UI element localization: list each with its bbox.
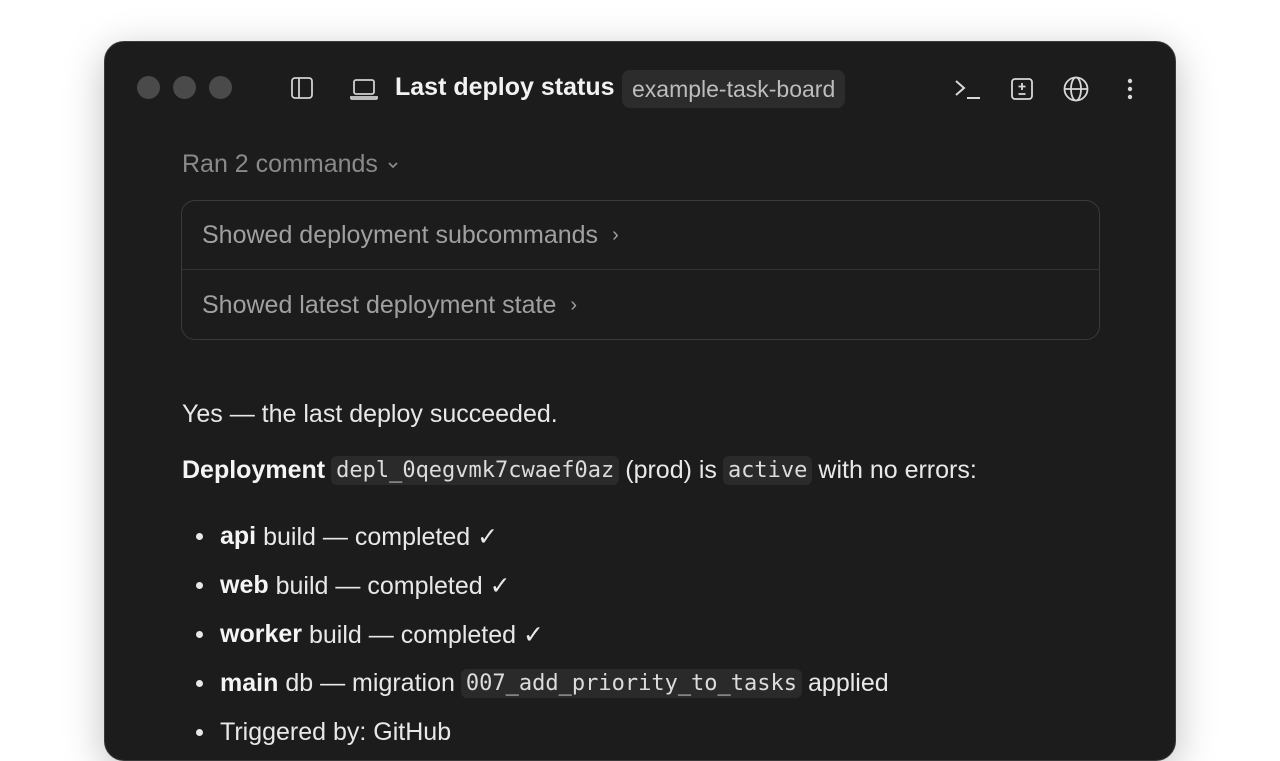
- window-minimize-button[interactable]: [173, 76, 196, 99]
- service-status: build — completed ✓: [275, 571, 511, 600]
- diff-icon[interactable]: [1009, 76, 1035, 102]
- window-zoom-button[interactable]: [209, 76, 232, 99]
- command-item-label: Showed latest deployment state: [202, 291, 557, 319]
- answer-text: Yes — the last deploy succeeded.: [182, 400, 558, 428]
- title-bar: Last deploy status example-task-board: [105, 42, 1175, 134]
- list-item: Triggered by: GitHub: [196, 708, 889, 757]
- service-name: main: [220, 669, 279, 697]
- more-vertical-icon[interactable]: [1119, 76, 1141, 102]
- migration-status: applied: [808, 669, 889, 697]
- commands-list: Showed deployment subcommands › Showed l…: [181, 200, 1100, 340]
- terminal-icon[interactable]: [953, 76, 983, 102]
- chevron-down-icon: [386, 150, 400, 179]
- ran-commands-toggle[interactable]: Ran 2 commands: [182, 150, 400, 179]
- service-status: build — completed ✓: [263, 522, 499, 551]
- deployment-env: (prod) is: [625, 456, 717, 484]
- command-item[interactable]: Showed latest deployment state ›: [182, 271, 1099, 340]
- window-close-button[interactable]: [137, 76, 160, 99]
- deployment-label: Deployment: [182, 456, 326, 484]
- list-item: api build — completed ✓: [196, 512, 889, 561]
- chevron-right-icon: ›: [612, 223, 619, 246]
- service-name: worker: [220, 620, 302, 648]
- deployment-suffix: with no errors:: [818, 456, 977, 484]
- deployment-id: depl_0qegvmk7cwaef0az: [331, 456, 620, 485]
- repo-badge[interactable]: example-task-board: [622, 70, 846, 108]
- migration-name: 007_add_priority_to_tasks: [460, 669, 803, 698]
- deployment-state: active: [722, 456, 813, 485]
- sidebar-toggle-icon[interactable]: [289, 75, 315, 101]
- chevron-right-icon: ›: [570, 294, 578, 316]
- service-name: api: [220, 522, 257, 550]
- command-item-label: Showed deployment subcommands: [202, 220, 599, 249]
- trigger-source: Triggered by: GitHub: [220, 718, 452, 746]
- service-status: build — completed ✓: [308, 620, 544, 649]
- ran-commands-label: Ran 2 commands: [182, 150, 378, 178]
- list-item: web build — completed ✓: [196, 561, 889, 610]
- service-name: web: [220, 571, 269, 599]
- service-status: db — migration: [285, 669, 455, 697]
- page-title: Last deploy status: [395, 73, 615, 101]
- deployment-summary: Deployment depl_0qegvmk7cwaef0az (prod) …: [182, 456, 977, 485]
- laptop-icon: [349, 76, 379, 102]
- app-window: Last deploy status example-task-board Ra…: [104, 41, 1176, 761]
- globe-icon[interactable]: [1062, 75, 1090, 103]
- command-item[interactable]: Showed deployment subcommands ›: [182, 201, 1099, 270]
- list-item: main db — migration 007_add_priority_to_…: [196, 659, 889, 708]
- build-status-list: api build — completed ✓ web build — comp…: [196, 512, 889, 757]
- list-item: worker build — completed ✓: [196, 610, 889, 659]
